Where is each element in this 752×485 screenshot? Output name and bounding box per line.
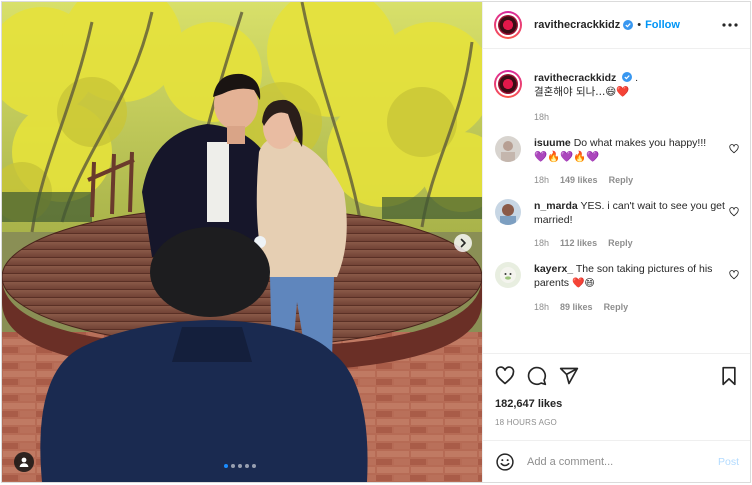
photo-scene	[2, 2, 482, 482]
caption-text-line2: 결혼해야 되나...😄❤️	[534, 86, 630, 98]
caption-avatar[interactable]	[494, 70, 522, 98]
post-photo[interactable]	[2, 2, 482, 482]
carousel-dot	[245, 464, 249, 468]
comment-username[interactable]: isuume	[534, 137, 571, 149]
commenter-avatar[interactable]	[495, 136, 521, 162]
comment-time: 18h	[534, 175, 550, 185]
more-options-button[interactable]	[722, 23, 738, 27]
carousel-indicator	[224, 464, 256, 468]
carousel-dot	[224, 464, 228, 468]
likes-count[interactable]: 182,647 likes	[495, 398, 739, 410]
comment-reply-button[interactable]: Reply	[609, 175, 634, 185]
carousel-dot	[252, 464, 256, 468]
comment-like-heart-icon[interactable]	[729, 207, 739, 217]
emoji-icon[interactable]	[495, 452, 515, 472]
share-icon[interactable]	[559, 366, 579, 386]
comment-username[interactable]: n_marda	[534, 200, 578, 212]
author-username[interactable]: ravithecrackkidz	[534, 19, 620, 31]
commenter-avatar[interactable]	[495, 199, 521, 225]
carousel-dot	[238, 464, 242, 468]
comment-emojis: 💜🔥💜🔥💜	[534, 151, 600, 163]
verified-icon	[622, 72, 633, 82]
save-icon[interactable]	[719, 366, 739, 386]
post-timestamp[interactable]: 18 HOURS AGO	[495, 418, 739, 427]
more-icon	[722, 23, 738, 27]
comment-time: 18h	[534, 302, 550, 312]
post-dialog: ravithecrackkidz • Follow ravithecrackki…	[1, 1, 751, 483]
carousel-dot	[231, 464, 235, 468]
comment-row: n_marda YES. i can't wait to see you get…	[495, 199, 739, 248]
comment-row: kayerx_ The son taking pictures of his p…	[495, 262, 739, 312]
author-avatar[interactable]	[494, 11, 522, 39]
comment-emojis: ❤️😄	[571, 278, 595, 289]
caption-row: ravithecrackkidz . 결혼해야 되나...😄❤️ 18h	[494, 70, 739, 122]
comment-reply-button[interactable]: Reply	[608, 238, 633, 248]
add-comment-bar: Post	[483, 440, 750, 482]
comment-likes[interactable]: 149 likes	[560, 175, 598, 185]
caption-time: 18h	[534, 112, 550, 122]
comment-row: isuume Do what makes you happy!!! 💜🔥💜🔥💜 …	[495, 136, 739, 185]
comment-likes[interactable]: 112 likes	[560, 238, 597, 248]
commenter-avatar[interactable]	[495, 262, 521, 288]
tagged-users-button[interactable]	[14, 452, 34, 472]
heart-icon[interactable]	[495, 366, 515, 386]
comment-icon[interactable]	[527, 366, 547, 386]
comment-reply-button[interactable]: Reply	[604, 302, 629, 312]
comment-like-heart-icon[interactable]	[729, 144, 739, 154]
carousel-next-button[interactable]	[454, 234, 472, 252]
post-side-panel: ravithecrackkidz • Follow ravithecrackki…	[482, 2, 750, 482]
header-separator: •	[637, 19, 642, 31]
chevron-right-icon	[460, 238, 466, 248]
post-comment-button[interactable]: Post	[718, 456, 739, 468]
comments-list: ravithecrackkidz . 결혼해야 되나...😄❤️ 18h isu…	[483, 50, 750, 353]
post-header: ravithecrackkidz • Follow	[483, 2, 750, 49]
verified-icon	[623, 20, 634, 30]
caption-username[interactable]: ravithecrackkidz	[534, 72, 616, 84]
comment-text: Do what makes you happy!!!	[573, 137, 707, 149]
comment-time: 18h	[534, 238, 550, 248]
caption-text: .	[635, 72, 639, 84]
comment-like-heart-icon[interactable]	[729, 270, 739, 280]
follow-button[interactable]: Follow	[645, 19, 680, 31]
tag-user-icon	[19, 457, 29, 467]
post-actions: 182,647 likes 18 HOURS AGO	[483, 353, 750, 427]
comment-username[interactable]: kayerx_	[534, 263, 573, 275]
comment-likes[interactable]: 89 likes	[560, 302, 593, 312]
comment-input[interactable]	[527, 455, 718, 468]
